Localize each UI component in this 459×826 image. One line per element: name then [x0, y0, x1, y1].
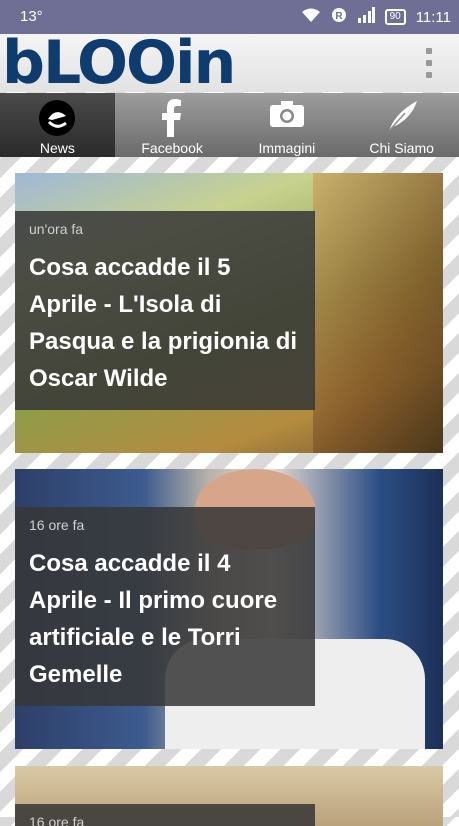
app-bar: bLOOin [0, 33, 459, 93]
article-time: 16 ore fa [29, 517, 85, 533]
app-logo[interactable]: bLOOin [2, 33, 302, 93]
temperature-text: 13° [20, 8, 43, 25]
camera-icon [269, 99, 305, 134]
article-overlay: un'ora fa Cosa accadde il 5 Aprile - L'I… [15, 211, 315, 410]
roaming-icon: R [331, 7, 347, 27]
signal-icon [357, 7, 375, 27]
news-icon [38, 99, 76, 142]
article-card[interactable]: 16 ore fa Cosa accadde il 4 Aprile - Il … [15, 469, 443, 749]
article-time: un'ora fa [29, 221, 84, 237]
tab-bar: News Facebook Immagini Chi Siamo [0, 93, 459, 157]
tab-facebook-label: Facebook [141, 140, 203, 156]
tab-news-label: News [39, 140, 75, 156]
feather-icon [385, 99, 419, 138]
article-image [313, 173, 443, 453]
wifi-icon [301, 7, 321, 27]
article-title: Cosa accadde il 4 Aprile - Il primo cuor… [29, 550, 278, 688]
article-card[interactable]: 16 ore fa [15, 766, 443, 826]
article-overlay: 16 ore fa Cosa accadde il 4 Aprile - Il … [15, 507, 315, 706]
overflow-menu-icon[interactable] [425, 48, 433, 78]
facebook-icon [160, 99, 184, 142]
article-time: 16 ore fa [29, 814, 85, 826]
tab-chi-siamo-label: Chi Siamo [369, 140, 434, 156]
tab-immagini[interactable]: Immagini [230, 93, 345, 157]
tab-news[interactable]: News [0, 93, 115, 157]
article-overlay: 16 ore fa [15, 804, 315, 826]
clock-text: 11:11 [415, 8, 451, 26]
article-card[interactable]: un'ora fa Cosa accadde il 5 Aprile - L'I… [15, 173, 443, 453]
battery-icon: 90 [384, 9, 406, 25]
tab-immagini-label: Immagini [258, 140, 316, 156]
svg-text:R: R [335, 11, 343, 22]
tab-facebook[interactable]: Facebook [115, 93, 230, 157]
tab-chi-siamo[interactable]: Chi Siamo [344, 93, 459, 157]
article-title: Cosa accadde il 5 Aprile - L'Isola di Pa… [29, 254, 298, 392]
